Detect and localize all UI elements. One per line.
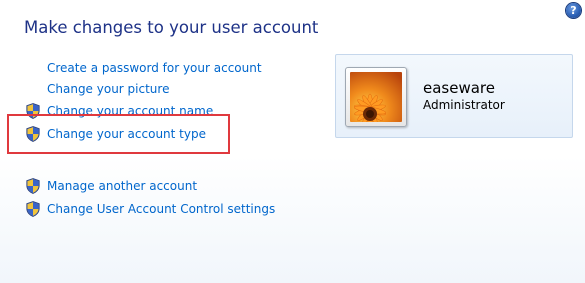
highlight-annotation bbox=[7, 114, 230, 154]
account-username: easeware bbox=[423, 79, 495, 97]
change-picture-link[interactable]: Change your picture bbox=[47, 82, 169, 96]
flower-picture-icon bbox=[350, 72, 402, 122]
create-password-link[interactable]: Create a password for your account bbox=[47, 61, 262, 75]
account-type-label: Administrator bbox=[423, 98, 505, 112]
page-title: Make changes to your user account bbox=[24, 18, 319, 37]
avatar[interactable] bbox=[345, 67, 407, 127]
uac-shield-icon bbox=[26, 201, 40, 217]
uac-settings-link[interactable]: Change User Account Control settings bbox=[47, 202, 275, 216]
manage-another-account-link[interactable]: Manage another account bbox=[47, 179, 197, 193]
uac-shield-icon bbox=[26, 178, 40, 194]
help-icon[interactable]: ? bbox=[566, 3, 581, 18]
